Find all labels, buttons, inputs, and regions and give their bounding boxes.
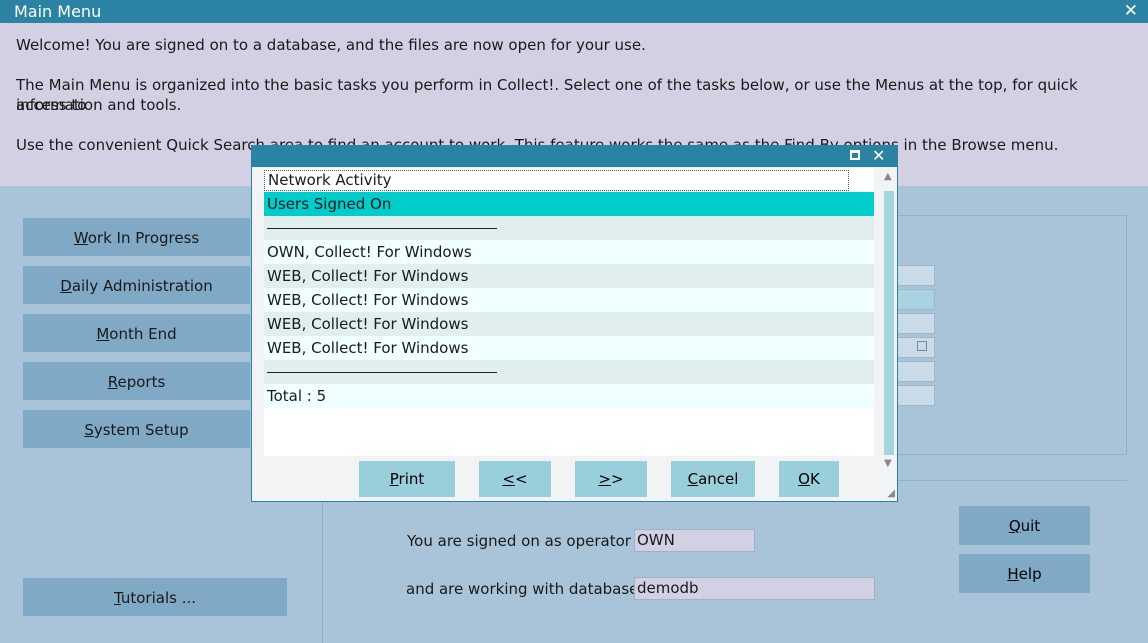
- list-item[interactable]: WEB, Collect! For Windows: [264, 264, 874, 288]
- database-label: and are working with database: [406, 580, 639, 598]
- mnemonic: W: [73, 229, 88, 247]
- list-item[interactable]: OWN, Collect! For Windows: [264, 240, 874, 264]
- mnemonic: C: [687, 470, 699, 488]
- mnemonic: S: [84, 421, 94, 439]
- mnemonic: O: [798, 470, 810, 488]
- print-button[interactable]: Print: [359, 461, 455, 497]
- ok-button[interactable]: OK: [779, 461, 839, 497]
- mnemonic: R: [107, 373, 118, 391]
- title-bar: Main Menu ✕: [0, 0, 1148, 23]
- mnemonic: Q: [1008, 517, 1021, 535]
- help-button[interactable]: Help: [959, 554, 1090, 593]
- maximize-icon[interactable]: [850, 150, 860, 160]
- divider: [267, 228, 497, 229]
- list-item[interactable]: WEB, Collect! For Windows: [264, 336, 874, 360]
- mnemonic: T: [113, 589, 121, 607]
- operator-field: OWN: [634, 529, 755, 552]
- next-button[interactable]: >>: [575, 461, 647, 497]
- activity-list[interactable]: Network Activity Users Signed On OWN, Co…: [264, 168, 874, 456]
- button-label: >: [611, 470, 624, 488]
- database-field: demodb: [634, 577, 875, 600]
- date-field[interactable]: [895, 337, 935, 358]
- button-label: rint: [398, 470, 425, 488]
- button-label: elp: [1018, 565, 1042, 583]
- button-label: K: [809, 470, 820, 488]
- list-header[interactable]: Network Activity: [264, 170, 849, 191]
- tutorials-button[interactable]: Tutorials ...: [23, 578, 287, 616]
- cancel-button[interactable]: Cancel: [671, 461, 755, 497]
- button-label: ystem Setup: [93, 421, 189, 439]
- close-icon[interactable]: ✕: [1124, 1, 1138, 21]
- mnemonic: M: [96, 325, 110, 343]
- button-label: uit: [1020, 517, 1041, 535]
- mnemonic: >: [598, 470, 611, 488]
- scroll-up-icon[interactable]: ▲: [884, 171, 892, 182]
- scrollbar[interactable]: [884, 191, 894, 455]
- welcome-line: Welcome! You are signed on to a database…: [16, 36, 646, 54]
- system-setup-button[interactable]: System Setup: [23, 410, 250, 448]
- list-separator: [264, 216, 874, 240]
- button-label: onth End: [109, 325, 177, 343]
- reports-button[interactable]: Reports: [23, 362, 250, 400]
- quit-button[interactable]: Quit: [959, 506, 1090, 545]
- list-item-selected[interactable]: Users Signed On: [264, 192, 874, 216]
- month-end-button[interactable]: Month End: [23, 314, 250, 352]
- window-title: Main Menu: [14, 2, 102, 21]
- button-label: utorials ...: [120, 589, 197, 607]
- mnemonic: H: [1007, 565, 1019, 583]
- divider: [267, 372, 497, 373]
- dialog-title-bar[interactable]: ✕: [252, 146, 897, 167]
- button-label: ancel: [698, 470, 739, 488]
- search-field[interactable]: [895, 361, 935, 382]
- work-in-progress-button[interactable]: Work In Progress: [23, 218, 250, 256]
- list-item[interactable]: WEB, Collect! For Windows: [264, 288, 874, 312]
- resize-grip-icon[interactable]: ◢: [887, 488, 895, 499]
- scroll-down-icon[interactable]: ▼: [884, 458, 892, 469]
- search-field[interactable]: [895, 313, 935, 334]
- mnemonic: <: [502, 470, 515, 488]
- daily-administration-button[interactable]: Daily Administration: [23, 266, 250, 304]
- quick-search-panel: [880, 215, 1127, 455]
- list-total: Total : 5: [264, 384, 874, 408]
- list-item[interactable]: WEB, Collect! For Windows: [264, 312, 874, 336]
- mnemonic: P: [389, 470, 399, 488]
- mnemonic: D: [60, 277, 72, 295]
- operator-label: You are signed on as operator: [407, 532, 631, 550]
- network-activity-dialog: ✕ Network Activity Users Signed On OWN, …: [251, 145, 898, 502]
- list-separator: [264, 360, 874, 384]
- search-field[interactable]: [895, 265, 935, 286]
- button-label: <: [515, 470, 528, 488]
- button-label: eports: [117, 373, 166, 391]
- search-field[interactable]: [895, 385, 935, 406]
- close-icon[interactable]: ✕: [872, 146, 885, 165]
- intro-line-cont: information and tools.: [16, 96, 182, 114]
- button-label: aily Administration: [71, 277, 213, 295]
- search-field-active[interactable]: [895, 289, 935, 310]
- button-label: ork In Progress: [87, 229, 200, 247]
- calendar-icon[interactable]: [917, 341, 927, 351]
- previous-button[interactable]: <<: [479, 461, 551, 497]
